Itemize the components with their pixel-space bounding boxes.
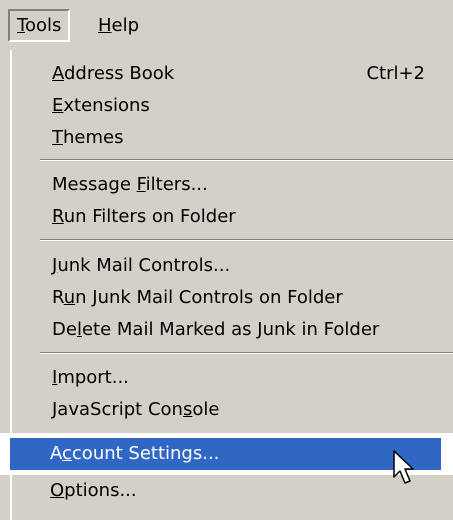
menu-item-options[interactable]: Options... xyxy=(10,475,451,507)
menu-item-import[interactable]: Import... xyxy=(12,362,453,394)
menu-item-run-filters[interactable]: Run Filters on Folder xyxy=(12,201,453,233)
menu-item-label: Junk Mail Controls... xyxy=(52,255,231,276)
menu-separator xyxy=(40,352,453,354)
arrow-cursor-icon xyxy=(393,450,414,484)
menu-item-junk-mail-controls[interactable]: Junk Mail Controls... xyxy=(12,250,453,282)
menu-item-label: Address Book xyxy=(52,63,175,84)
menu-item-label: Message Filters... xyxy=(52,174,208,195)
menu-separator xyxy=(40,159,453,161)
menu-item-label: Themes xyxy=(52,127,124,148)
menu-item-label: Delete Mail Marked as Junk in Folder xyxy=(52,319,380,340)
menu-help-label: Help xyxy=(98,15,140,36)
menu-item-label: Run Filters on Folder xyxy=(52,206,236,227)
menu-help[interactable]: Help xyxy=(91,9,146,42)
menu-tools-label: Tools xyxy=(17,15,62,36)
menu-item-label: Options... xyxy=(50,480,137,501)
shortcut-label: Ctrl+2 xyxy=(366,63,425,84)
menu-item-address-book[interactable]: Address Book Ctrl+2 xyxy=(12,58,453,90)
menu-item-run-junk-controls[interactable]: Run Junk Mail Controls on Folder xyxy=(12,282,453,314)
menu-item-label: JavaScript Console xyxy=(52,399,220,420)
menu-item-label: Run Junk Mail Controls on Folder xyxy=(52,287,343,308)
menu-bar: Tools Help xyxy=(0,0,453,50)
menu-item-label: Extensions xyxy=(52,95,150,116)
menu-item-delete-junk[interactable]: Delete Mail Marked as Junk in Folder xyxy=(12,314,453,346)
menu-item-account-settings[interactable]: Account Settings... xyxy=(10,438,451,470)
menu-tools[interactable]: Tools xyxy=(8,9,71,42)
menu-item-message-filters[interactable]: Message Filters... xyxy=(12,169,453,201)
menu-item-label: Import... xyxy=(52,367,129,388)
menu-item-javascript-console[interactable]: JavaScript Console xyxy=(12,394,453,426)
menu-item-extensions[interactable]: Extensions xyxy=(12,90,453,122)
menu-item-themes[interactable]: Themes xyxy=(12,122,453,154)
menu-item-label: Account Settings... xyxy=(50,443,220,464)
menu-separator xyxy=(40,239,453,241)
